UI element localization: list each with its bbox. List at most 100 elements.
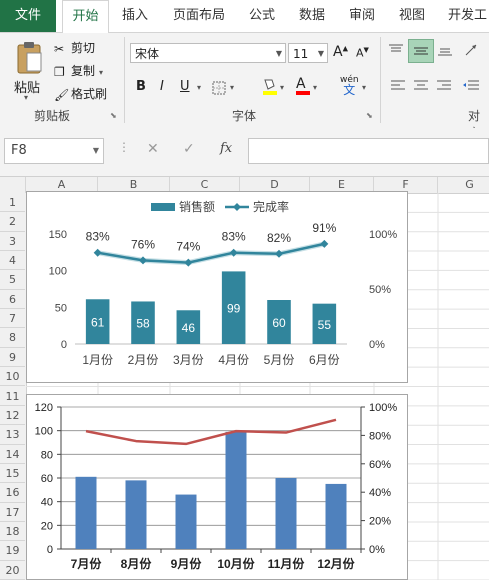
- x-tick-label: 8月份: [121, 556, 153, 571]
- font-color-button[interactable]: A: [296, 77, 310, 95]
- formula-input[interactable]: [248, 138, 489, 164]
- row-header-2[interactable]: 2: [0, 212, 25, 232]
- row-header-11[interactable]: 11: [0, 387, 25, 406]
- row-header-12[interactable]: 12: [0, 406, 25, 426]
- worksheet-grid[interactable]: 销售额 完成率 0 50 100 150 0% 50% 100% 61 1月份 58 2月份 46 3月份 9…: [26, 191, 489, 580]
- tab-developer[interactable]: 开发工: [440, 0, 489, 32]
- align-left-icon: [391, 80, 405, 90]
- border-button[interactable]: [212, 81, 226, 98]
- bar-data-label: 46: [182, 321, 196, 335]
- paint-bucket-icon: [263, 79, 277, 95]
- row-header-6[interactable]: 6: [0, 290, 25, 310]
- chevron-down-icon: ▼: [317, 49, 324, 58]
- copy-button[interactable]: ❐ 复制 ▾: [54, 62, 103, 79]
- shrink-font-glyph: A: [356, 46, 364, 60]
- line-data-label: 91%: [312, 221, 336, 235]
- clipboard-launcher-icon[interactable]: ⬊: [110, 111, 117, 120]
- align-center-button[interactable]: [413, 79, 429, 96]
- row-header-18[interactable]: 18: [0, 522, 25, 542]
- row-header-4[interactable]: 4: [0, 251, 25, 271]
- name-box[interactable]: F8 ▼: [4, 138, 104, 164]
- italic-button[interactable]: I: [160, 79, 164, 94]
- align-middle-button[interactable]: [408, 39, 434, 63]
- copy-label: 复制: [71, 64, 96, 78]
- row-header-16[interactable]: 16: [0, 483, 25, 503]
- phonetic-dropdown-icon[interactable]: ▾: [362, 83, 366, 92]
- font-size-combo[interactable]: 11 ▼: [288, 43, 328, 63]
- tab-view[interactable]: 视图: [390, 0, 434, 32]
- row-header-7[interactable]: 7: [0, 309, 25, 329]
- x-tick-label: 12月份: [317, 556, 355, 571]
- row-header-1[interactable]: 1: [0, 193, 25, 213]
- legend-label-completion: 完成率: [253, 199, 289, 214]
- insert-function-button[interactable]: fx: [220, 141, 232, 156]
- row-header-10[interactable]: 10: [0, 367, 25, 387]
- decrease-indent-button[interactable]: [462, 79, 480, 96]
- align-top-button[interactable]: [388, 43, 404, 60]
- bar-11月份: [275, 478, 297, 549]
- row-header-3[interactable]: 3: [0, 232, 25, 252]
- x-tick-label: 1月份: [82, 353, 113, 367]
- tab-review[interactable]: 审阅: [340, 0, 384, 32]
- text-orientation-icon: [465, 44, 477, 56]
- chart-2[interactable]: 0 20 40 60 80 100 120 0% 20% 40% 60% 80% 100% 7月份 8月份 9…: [27, 395, 407, 579]
- row-header-19[interactable]: 19: [0, 541, 25, 561]
- row-header-8[interactable]: 8: [0, 328, 25, 348]
- paste-button[interactable]: 粘贴 ▾: [10, 37, 50, 105]
- underline-button[interactable]: U: [180, 79, 190, 94]
- chart-1-frame[interactable]: 销售额 完成率 0 50 100 150 0% 50% 100% 61 1月份 58 2月份 46 3月份 9…: [26, 191, 408, 383]
- phonetic-guide-button[interactable]: wén 文: [340, 75, 359, 96]
- chevron-down-icon: ▼: [92, 146, 99, 155]
- grow-font-button[interactable]: A▲: [333, 44, 348, 60]
- align-center-icon: [414, 80, 428, 90]
- font-launcher-icon[interactable]: ⬊: [366, 111, 373, 120]
- align-right-button[interactable]: [436, 79, 452, 96]
- shrink-font-button[interactable]: A▼: [356, 46, 369, 60]
- bar-data-label: 99: [227, 302, 241, 316]
- row-header-17[interactable]: 17: [0, 503, 25, 522]
- chart-1[interactable]: 销售额 完成率 0 50 100 150 0% 50% 100% 61 1月份 58 2月份 46 3月份 9…: [27, 192, 407, 382]
- row-header-9[interactable]: 9: [0, 348, 25, 368]
- y-left-tick-label: 40: [41, 497, 53, 509]
- select-all-corner[interactable]: [0, 177, 26, 193]
- fill-color-dropdown-icon[interactable]: ▾: [280, 83, 284, 92]
- align-bottom-button[interactable]: [437, 43, 453, 60]
- copy-dropdown-icon: ▾: [99, 68, 104, 77]
- bar-7月份: [75, 476, 97, 549]
- bold-button[interactable]: B: [136, 79, 146, 94]
- font-color-dropdown-icon[interactable]: ▾: [313, 83, 317, 92]
- underline-dropdown-icon[interactable]: ▾: [197, 83, 201, 92]
- align-left-button[interactable]: [390, 79, 406, 96]
- font-color-glyph: A: [296, 76, 306, 92]
- row-header-15[interactable]: 15: [0, 464, 25, 484]
- tab-home[interactable]: 开始: [62, 0, 109, 34]
- line-data-label: 74%: [176, 240, 200, 254]
- y-right-tick-label: 80%: [369, 430, 391, 442]
- y-right-tick-label: 50%: [369, 284, 391, 296]
- ribbon-tab-bar: 文件 开始 插入 页面布局 公式 数据 审阅 视图 开发工: [0, 0, 489, 34]
- tab-file[interactable]: 文件: [0, 0, 56, 32]
- x-tick-label: 4月份: [218, 353, 249, 367]
- row-header-5[interactable]: 5: [0, 270, 25, 290]
- confirm-entry-button[interactable]: ✓: [183, 141, 195, 157]
- row-header-13[interactable]: 13: [0, 425, 25, 445]
- format-painter-button[interactable]: 🖌 格式刷: [54, 85, 107, 102]
- cancel-entry-button[interactable]: ✕: [147, 141, 159, 157]
- cut-button[interactable]: ✂ 剪切: [54, 39, 95, 56]
- tab-formulas[interactable]: 公式: [240, 0, 284, 32]
- chart-2-frame[interactable]: 0 20 40 60 80 100 120 0% 20% 40% 60% 80% 100% 7月份 8月份 9…: [26, 394, 408, 580]
- column-header-g[interactable]: G: [438, 177, 489, 193]
- orientation-button[interactable]: [464, 43, 482, 60]
- fill-color-button[interactable]: [262, 77, 278, 98]
- line-data-label: 82%: [267, 231, 291, 245]
- row-header-20[interactable]: 20: [0, 561, 25, 580]
- font-name-combo[interactable]: 宋体 ▼: [130, 43, 286, 63]
- tab-insert[interactable]: 插入: [113, 0, 157, 32]
- border-dropdown-icon[interactable]: ▾: [230, 83, 234, 92]
- row-header-14[interactable]: 14: [0, 445, 25, 464]
- tab-data[interactable]: 数据: [290, 0, 334, 32]
- bar-10月份: [225, 431, 247, 549]
- y-left-tick-label: 60: [41, 473, 53, 485]
- font-group-label: 字体: [232, 109, 257, 123]
- tab-page-layout[interactable]: 页面布局: [163, 0, 235, 32]
